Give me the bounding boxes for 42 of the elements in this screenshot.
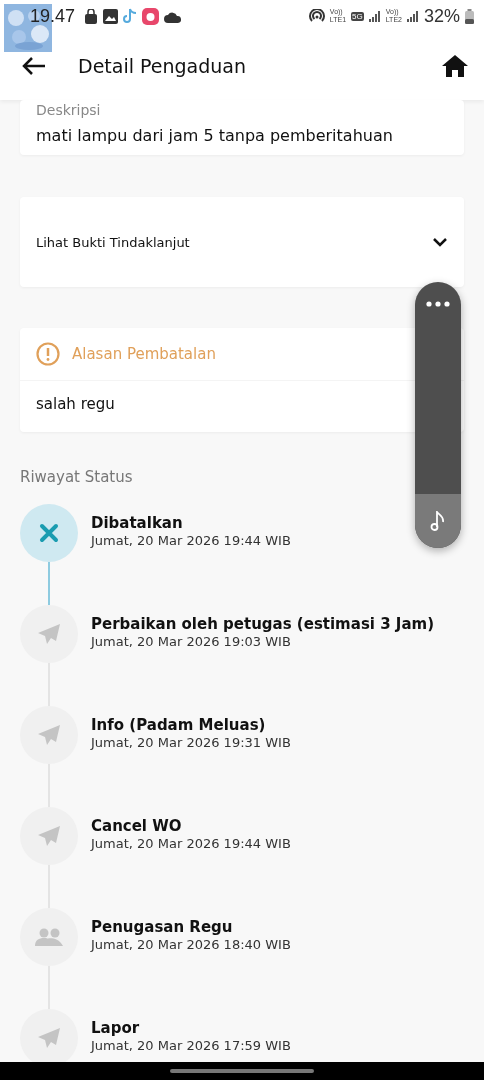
warning-icon [36,342,60,366]
clock-time: 19.47 [30,5,76,27]
paper-plane-icon [37,1027,61,1049]
status-title: Perbaikan oleh petugas (estimasi 3 Jam) [91,615,434,633]
status-time: Jumat, 20 Mar 2026 19:44 WIB [91,533,291,548]
status-title: Penugasan Regu [91,918,234,936]
status-title: Cancel WO [91,817,183,835]
paper-plane-icon [37,724,61,746]
close-icon [39,523,59,543]
status-time: Jumat, 20 Mar 2026 17:59 WIB [91,1038,291,1053]
app-icon [142,7,160,25]
cancellation-reason: salah regu [35,394,116,415]
page-title: Detail Pengaduan [78,55,247,77]
section-title: Riwayat Status [20,468,134,486]
network-type-label: 5G [351,11,364,21]
people-icon [34,928,64,946]
more-icon[interactable] [426,301,450,307]
status-title: Dibatalkan [91,514,184,532]
status-time: Jumat, 20 Mar 2026 18:40 WIB [91,937,291,952]
status-title: Lapor [91,1019,141,1037]
image-icon [103,8,119,24]
music-note-icon[interactable] [430,511,446,531]
home-icon[interactable] [442,55,468,77]
cancellation-title: Alasan Pembatalan [72,345,216,363]
floating-panel[interactable] [415,282,461,548]
status-title: Info (Padam Meluas) [91,716,267,734]
note-icon [123,8,138,24]
battery-percent: 32% [423,5,460,27]
back-arrow-icon[interactable] [22,56,46,76]
paper-plane-icon [37,623,61,645]
hotspot-icon [308,9,325,23]
status-time: Jumat, 20 Mar 2026 19:44 WIB [91,836,291,851]
field-label: Deskripsi [36,101,102,118]
battery-icon [465,8,474,24]
status-time: Jumat, 20 Mar 2026 19:03 WIB [91,634,292,649]
paper-plane-icon [37,825,61,847]
status-time: Jumat, 20 Mar 2026 19:31 WIB [91,735,291,750]
evidence-toggle[interactable]: Lihat Bukti Tindaklanjut [20,197,464,287]
description-text: mati lampu dari jam 5 tanpa pemberitahuan [36,126,394,145]
signal-icon [368,10,381,22]
signal-icon [406,10,419,22]
chevron-icon [432,237,448,247]
